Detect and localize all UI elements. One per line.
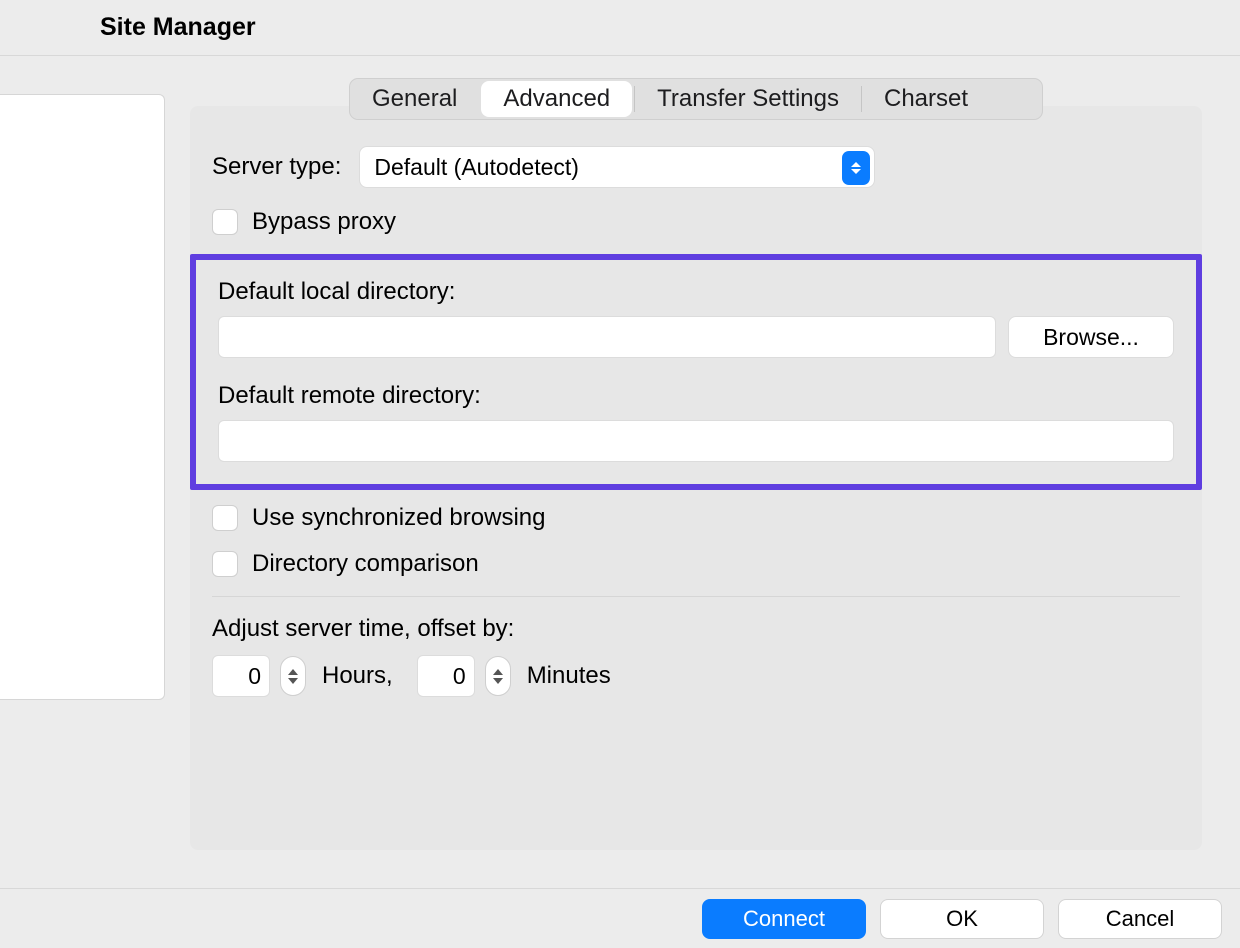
chevron-down-icon [851,169,861,174]
select-stepper-icon [842,151,870,185]
local-dir-row: Browse... [218,316,1174,358]
sync-browsing-row: Use synchronized browsing [212,504,1180,532]
bypass-proxy-row: Bypass proxy [212,208,1180,236]
minutes-stepper[interactable] [485,656,511,696]
minutes-input[interactable]: 0 [417,655,475,697]
site-list-panel[interactable] [0,94,165,700]
chevron-up-icon [288,669,298,675]
server-type-row: Server type: Default (Autodetect) [212,146,1180,188]
title-bar: Site Manager [0,0,1240,56]
window-title: Site Manager [100,13,256,42]
tab-bar: General Advanced Transfer Settings Chars… [349,78,1043,120]
sync-browsing-checkbox[interactable] [212,505,238,531]
sync-browsing-label: Use synchronized browsing [252,504,545,532]
server-type-value: Default (Autodetect) [374,154,579,181]
remote-dir-input[interactable] [218,420,1174,462]
connect-button[interactable]: Connect [702,899,866,939]
remote-dir-label: Default remote directory: [218,382,1174,410]
bypass-proxy-label: Bypass proxy [252,208,396,236]
dir-compare-label: Directory comparison [252,550,479,578]
default-directories-highlight: Default local directory: Browse... Defau… [190,254,1202,490]
chevron-down-icon [493,678,503,684]
chevron-up-icon [851,162,861,167]
tab-advanced[interactable]: Advanced [481,81,632,117]
cancel-button[interactable]: Cancel [1058,899,1222,939]
advanced-form: Server type: Default (Autodetect) Bypass… [212,146,1180,697]
server-type-select[interactable]: Default (Autodetect) [359,146,875,188]
bypass-proxy-checkbox[interactable] [212,209,238,235]
hours-input[interactable]: 0 [212,655,270,697]
dir-compare-checkbox[interactable] [212,551,238,577]
offset-row: 0 Hours, 0 Minutes [212,655,1180,697]
tab-charset[interactable]: Charset [862,79,990,119]
tab-general[interactable]: General [350,79,479,119]
dir-compare-row: Directory comparison [212,550,1180,578]
chevron-up-icon [493,669,503,675]
local-dir-label: Default local directory: [218,278,1174,306]
minutes-label: Minutes [527,662,611,690]
settings-panel: General Advanced Transfer Settings Chars… [190,106,1202,850]
hours-label: Hours, [322,662,393,690]
chevron-down-icon [288,678,298,684]
section-divider [212,596,1180,597]
hours-stepper[interactable] [280,656,306,696]
offset-label: Adjust server time, offset by: [212,615,1180,643]
browse-button[interactable]: Browse... [1008,316,1174,358]
local-dir-input[interactable] [218,316,996,358]
ok-button[interactable]: OK [880,899,1044,939]
dialog-body: General Advanced Transfer Settings Chars… [0,56,1240,888]
dialog-footer: Connect OK Cancel [0,888,1240,948]
tab-transfer-settings[interactable]: Transfer Settings [635,79,861,119]
remote-dir-row [218,420,1174,462]
server-type-label: Server type: [212,153,341,181]
